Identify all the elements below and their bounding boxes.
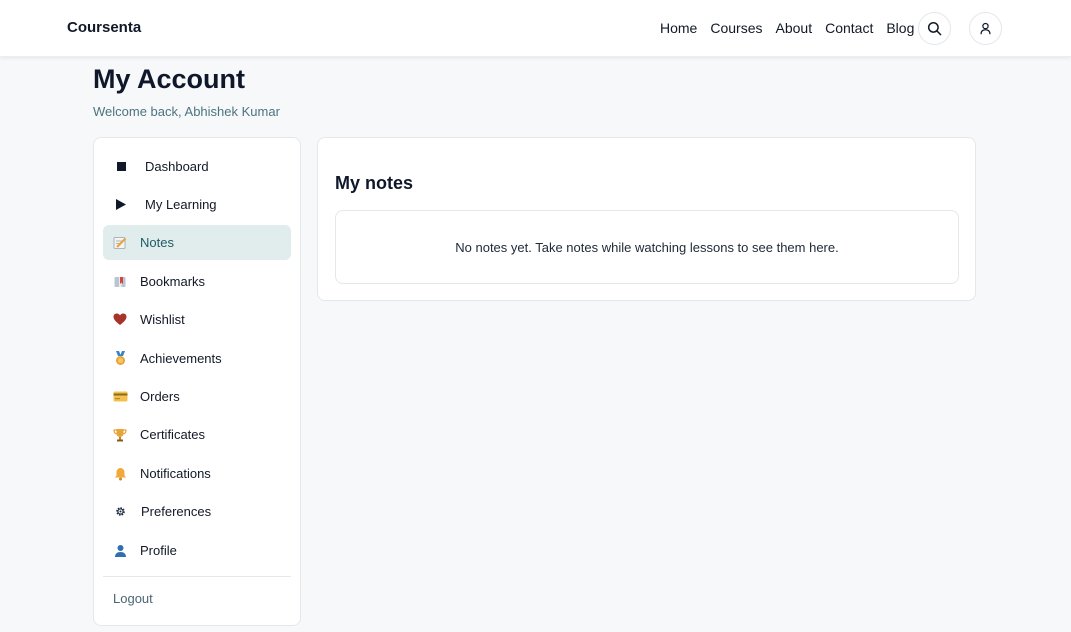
- sidebar-item-profile[interactable]: Profile: [103, 533, 291, 568]
- sidebar-item-label: Notifications: [140, 466, 211, 481]
- sidebar-item-orders[interactable]: Orders: [103, 379, 291, 414]
- nav-blog-link[interactable]: Blog: [886, 20, 914, 36]
- notes-panel: My notes No notes yet. Take notes while …: [317, 137, 976, 301]
- sidebar-item-label: Profile: [140, 543, 177, 558]
- sidebar-item-my-learning[interactable]: My Learning: [103, 187, 291, 222]
- top-navbar: Coursenta Home Courses About Contact Blo…: [0, 0, 1071, 57]
- sidebar-item-label: Bookmarks: [140, 274, 206, 289]
- sidebar-item-label: Certificates: [140, 427, 206, 442]
- nav-about-link[interactable]: About: [776, 20, 813, 36]
- sidebar-item-wishlist[interactable]: Wishlist: [103, 302, 291, 337]
- sidebar-item-bookmarks[interactable]: Bookmarks: [103, 264, 291, 299]
- heart-icon: [112, 312, 128, 328]
- empty-state-message: No notes yet. Take notes while watching …: [455, 239, 839, 255]
- account-sidebar: Dashboard My Learning Notes Bookmarks Wi…: [93, 137, 301, 626]
- sidebar-item-preferences[interactable]: Preferences: [103, 494, 291, 529]
- sidebar-divider: [103, 576, 291, 577]
- memo-icon: [112, 235, 128, 251]
- medal-icon: [112, 351, 128, 367]
- search-button[interactable]: [918, 12, 951, 45]
- sidebar-item-label: Dashboard: [145, 159, 209, 174]
- person-icon: [112, 543, 128, 559]
- logout-button[interactable]: Logout: [113, 591, 153, 606]
- square-icon: [113, 159, 129, 175]
- sidebar-item-label: Notes: [140, 235, 174, 250]
- welcome-message: Welcome back, Abhishek Kumar: [93, 104, 280, 119]
- bell-icon: [112, 466, 128, 482]
- notes-empty-state: No notes yet. Take notes while watching …: [335, 210, 959, 284]
- sidebar-item-label: My Learning: [145, 197, 217, 212]
- credit-card-icon: [112, 389, 128, 405]
- nav-home-link[interactable]: Home: [660, 20, 697, 36]
- sidebar-item-certificates[interactable]: Certificates: [103, 417, 291, 452]
- sidebar-item-dashboard[interactable]: Dashboard: [103, 149, 291, 184]
- bookmark-icon: [112, 274, 128, 290]
- page-title: My Account: [93, 64, 246, 94]
- sidebar-item-label: Wishlist: [140, 312, 185, 327]
- sidebar-item-label: Achievements: [140, 351, 222, 366]
- notes-title: My notes: [335, 173, 414, 193]
- nav-courses-link[interactable]: Courses: [710, 20, 762, 36]
- gear-icon: [112, 504, 128, 520]
- brand-logo[interactable]: Coursenta: [67, 19, 141, 36]
- user-account-button[interactable]: [969, 12, 1002, 45]
- nav-contact-link[interactable]: Contact: [825, 20, 873, 36]
- sidebar-item-notes[interactable]: Notes: [103, 225, 291, 260]
- main-nav: Home Courses About Contact Blog: [660, 20, 927, 36]
- sidebar-item-notifications[interactable]: Notifications: [103, 456, 291, 491]
- search-icon: [927, 21, 942, 36]
- sidebar-item-label: Orders: [140, 389, 180, 404]
- play-icon: [113, 197, 129, 213]
- trophy-icon: [112, 427, 128, 443]
- sidebar-item-achievements[interactable]: Achievements: [103, 341, 291, 376]
- sidebar-item-label: Preferences: [141, 504, 212, 519]
- user-icon: [980, 22, 991, 35]
